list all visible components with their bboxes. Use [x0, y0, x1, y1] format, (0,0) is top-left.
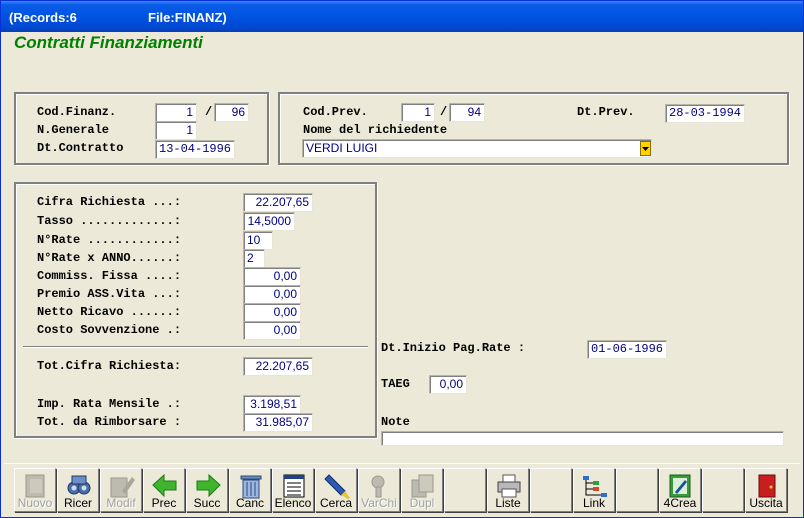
- nome-richiedente-label: Nome del richiedente: [303, 123, 448, 137]
- divider: [23, 346, 368, 348]
- taeg-label: TAEG: [381, 377, 410, 391]
- liste-button[interactable]: Liste: [487, 468, 529, 512]
- dt-inizio-field[interactable]: 01-06-1996: [587, 340, 667, 359]
- n-generale-field[interactable]: 1: [155, 121, 197, 140]
- nrate-anno-field[interactable]: 2: [243, 249, 265, 268]
- title-bar[interactable]: (Records:6 File:FINANZ): [1, 1, 803, 32]
- elenco-button[interactable]: Elenco: [272, 468, 314, 512]
- nuovo-button[interactable]: Nuovo: [14, 468, 56, 512]
- cifra-label: Cifra Richiesta ...:: [37, 195, 182, 209]
- cod-prev-year-field[interactable]: 94: [449, 103, 485, 122]
- title-file: File:FINANZ): [148, 10, 227, 25]
- dt-prev-label: Dt.Prev.: [577, 105, 635, 119]
- form-area: Contratti Finanziamenti Cod.Finanz. 1 / …: [4, 32, 800, 463]
- prec-button[interactable]: Prec: [143, 468, 185, 512]
- ricer-button[interactable]: Ricer: [57, 468, 99, 512]
- modif-button[interactable]: Modif: [100, 468, 142, 512]
- premio-label: Premio ASS.Vita ...:: [37, 287, 182, 301]
- cod-finanz-year-field[interactable]: 96: [214, 103, 249, 122]
- nrate-label: N°Rate ............:: [37, 233, 182, 247]
- imp-rata-label: Imp. Rata Mensile .:: [37, 397, 182, 411]
- nrate-field[interactable]: 10: [243, 231, 273, 250]
- cod-finanz-label: Cod.Finanz.: [37, 105, 117, 119]
- commiss-label: Commiss. Fissa ....:: [37, 269, 182, 283]
- netto-field[interactable]: 0,00: [243, 303, 301, 322]
- tot-cifra-field[interactable]: 22.207,65: [243, 357, 313, 376]
- varchi-button[interactable]: VarChi: [358, 468, 400, 512]
- n-generale-label: N.Generale: [37, 123, 110, 137]
- dt-prev-field[interactable]: 28-03-1994: [665, 104, 745, 123]
- cod-finanz-slash: /: [205, 105, 213, 119]
- dt-contratto-field[interactable]: 13-04-1996: [155, 140, 235, 159]
- cod-prev-label: Cod.Prev.: [303, 105, 368, 119]
- cerca-button[interactable]: Cerca: [315, 468, 357, 512]
- commiss-field[interactable]: 0,00: [243, 267, 301, 286]
- tot-rimb-field[interactable]: 31.985,07: [243, 413, 313, 432]
- empty-button-4[interactable]: [702, 468, 744, 512]
- tot-cifra-label: Tot.Cifra Richiesta:: [37, 359, 182, 373]
- tot-rimb-label: Tot. da Rimborsare :: [37, 415, 182, 429]
- dupl-button[interactable]: Dupl: [401, 468, 443, 512]
- cod-finanz-num-field[interactable]: 1: [155, 103, 197, 122]
- tasso-field[interactable]: 14,5000: [243, 212, 295, 231]
- cifra-field[interactable]: 22.207,65: [243, 193, 313, 212]
- costo-label: Costo Sovvenzione .:: [37, 323, 182, 337]
- cod-prev-slash: /: [440, 105, 448, 119]
- imp-rata-field[interactable]: 3.198,51: [243, 395, 301, 414]
- nrate-anno-label: N°Rate x ANNO......:: [37, 251, 182, 265]
- crea-button[interactable]: 4Crea: [659, 468, 701, 512]
- costo-field[interactable]: 0,00: [243, 321, 301, 340]
- tasso-label: Tasso .............:: [37, 214, 182, 228]
- taeg-field[interactable]: 0,00: [429, 375, 467, 394]
- dropdown-arrow-icon[interactable]: [640, 141, 651, 156]
- title-records: (Records:6: [9, 10, 77, 25]
- form-title: Contratti Finanziamenti: [14, 33, 203, 52]
- uscita-button[interactable]: Uscita: [745, 468, 787, 512]
- toolbar: Nuovo Ricer Modif Prec Succ Canc Elenco: [4, 463, 800, 516]
- succ-button[interactable]: Succ: [186, 468, 228, 512]
- nome-richiedente-value: VERDI LUIGI: [306, 141, 378, 155]
- app-window: (Records:6 File:FINANZ) Contratti Finanz…: [0, 0, 804, 518]
- premio-field[interactable]: 0,00: [243, 285, 301, 304]
- link-button[interactable]: Link: [573, 468, 615, 512]
- nome-richiedente-select[interactable]: VERDI LUIGI: [302, 139, 652, 158]
- note-field[interactable]: [381, 431, 784, 446]
- dt-inizio-label: Dt.Inizio Pag.Rate :: [381, 341, 526, 355]
- canc-button[interactable]: Canc: [229, 468, 271, 512]
- dt-contratto-label: Dt.Contratto: [37, 141, 124, 155]
- empty-button-2[interactable]: [530, 468, 572, 512]
- note-label: Note: [381, 415, 410, 429]
- empty-button-3[interactable]: [616, 468, 658, 512]
- netto-label: Netto Ricavo ......:: [37, 305, 182, 319]
- cod-prev-num-field[interactable]: 1: [401, 103, 435, 122]
- empty-button-1[interactable]: [444, 468, 486, 512]
